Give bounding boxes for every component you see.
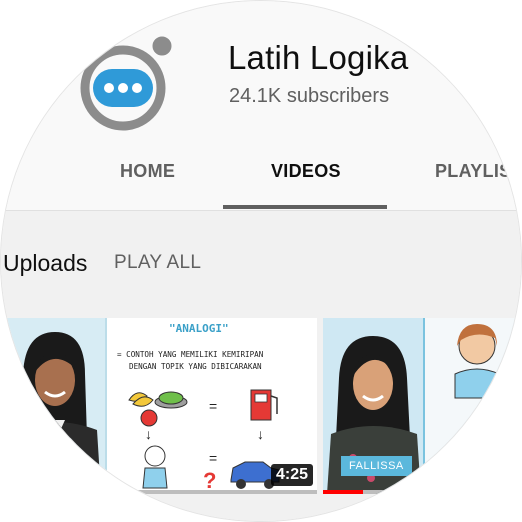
chat-bubble-dots-icon xyxy=(80,33,175,131)
play-all-button[interactable]: PLAY ALL xyxy=(114,252,201,274)
progress-track xyxy=(5,490,317,494)
tab-playlists[interactable]: PLAYLIS xyxy=(435,161,511,182)
equals-sign: = xyxy=(209,398,218,414)
equals-sign: = xyxy=(209,450,218,466)
presenter-image xyxy=(5,318,105,494)
presenter-name-card: FALLISSA xyxy=(341,456,412,476)
arrow-down-icon: ↓ xyxy=(145,426,152,442)
channel-title: Latih Logika xyxy=(228,39,409,76)
video-thumbnail[interactable]: FALLISSA xyxy=(323,318,521,494)
slide-panel xyxy=(423,318,521,494)
active-tab-indicator xyxy=(223,205,387,209)
video-duration: 4:25 xyxy=(270,464,313,486)
tab-home[interactable]: HOME xyxy=(120,161,175,182)
watched-progress-bar xyxy=(323,490,363,494)
channel-page-viewport: Latih Logika 24.1K subscribers HOME VIDE… xyxy=(1,1,521,521)
channel-avatar[interactable] xyxy=(79,33,179,135)
video-thumbnail[interactable]: "ANALOGI" = CONTOH YANG MEMILIKI KEMIRIP… xyxy=(5,318,317,494)
subscriber-count: 24.1K subscribers xyxy=(229,85,390,107)
section-title: Uploads xyxy=(3,250,88,276)
tab-videos[interactable]: VIDEOS xyxy=(271,161,341,182)
arrow-down-icon: ↓ xyxy=(257,426,264,442)
